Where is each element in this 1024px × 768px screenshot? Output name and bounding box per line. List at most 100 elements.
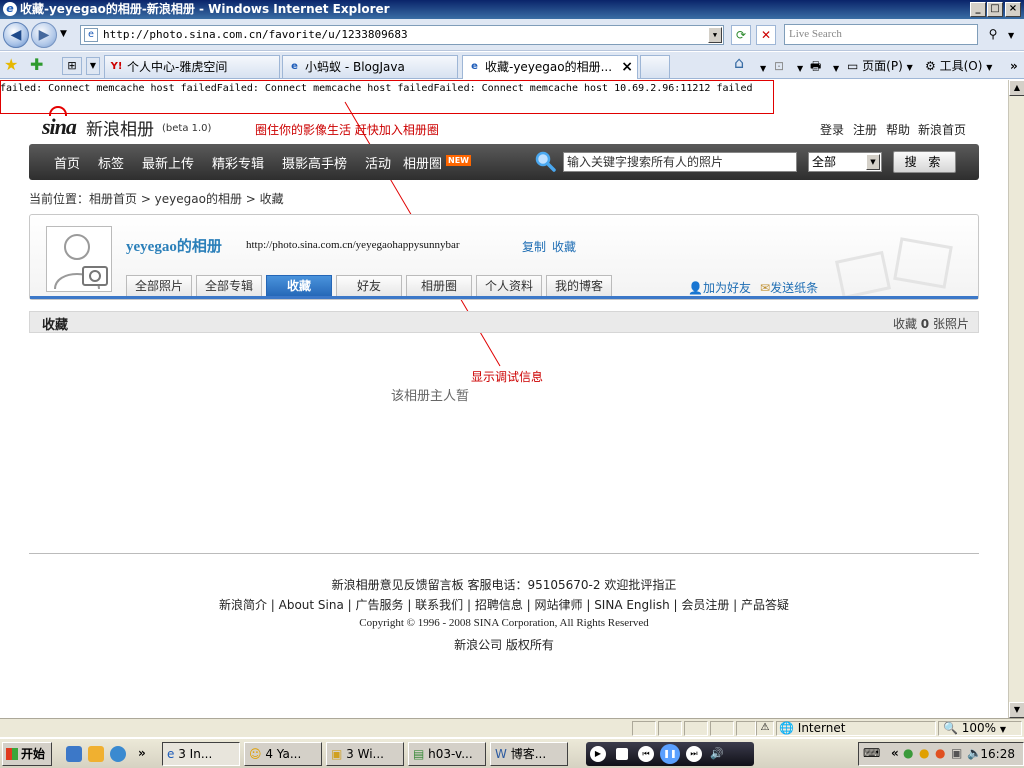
media-quicklaunch-icon[interactable] [110, 746, 126, 762]
send-note-link[interactable]: ✉发送纸条 [760, 279, 818, 296]
footer-feedback[interactable]: 新浪相册意见反馈留言板 客服电话：95105670-2 欢迎批评指正 [0, 576, 1008, 593]
start-button[interactable]: 开始 [2, 742, 52, 766]
quicklaunch-overflow-icon[interactable]: » [138, 746, 146, 760]
pause-icon[interactable]: ❚❚ [660, 744, 680, 764]
window-title-bar[interactable]: e 收藏-yeyegao的相册-新浪相册 - Windows Internet … [0, 0, 1024, 19]
task-h03[interactable]: ▤ h03-v... [408, 742, 486, 766]
favorites-star-icon[interactable]: ★ [4, 55, 18, 74]
feeds-dropdown-icon[interactable]: ▼ [797, 60, 803, 78]
window-title: 收藏-yeyegao的相册-新浪相册 - Windows Internet Ex… [20, 2, 390, 16]
print-dropdown-icon[interactable]: ▼ [833, 60, 839, 78]
new-tab-button[interactable] [640, 55, 670, 78]
network-tray-icon[interactable]: ▣ [951, 746, 962, 760]
task-ie[interactable]: e 3 In... [162, 742, 240, 766]
task-yahoo[interactable]: ☺ 4 Ya... [244, 742, 322, 766]
tab-all-albums[interactable]: 全部专辑 [196, 275, 262, 297]
tab-list-icon[interactable]: ▼ [86, 57, 100, 75]
previous-icon[interactable]: ⏮ [638, 746, 654, 762]
live-search-input[interactable]: Live Search [784, 24, 978, 45]
nav-ranking[interactable]: 摄影高手榜 [282, 153, 347, 172]
feeds-icon[interactable]: ⊡ [774, 57, 784, 75]
nav-tags[interactable]: 标签 [98, 153, 124, 172]
home-icon[interactable]: ⌂ [734, 54, 744, 72]
register-link[interactable]: 注册 [853, 121, 877, 138]
minimize-button[interactable]: _ [970, 2, 986, 17]
add-friend-link[interactable]: 👤加为好友 [688, 279, 751, 296]
footer-copyright: Copyright © 1996 - 2008 SINA Corporation… [359, 617, 649, 629]
recent-pages-dropdown-icon[interactable]: ▼ [60, 29, 67, 39]
avatar[interactable] [46, 226, 112, 292]
next-icon[interactable]: ⏭ [686, 746, 702, 762]
favorite-link[interactable]: 收藏 [552, 238, 576, 255]
clock[interactable]: 16:28 [980, 747, 1015, 761]
nav-albums[interactable]: 精彩专辑 [212, 153, 264, 172]
nav-events[interactable]: 活动 [365, 153, 391, 172]
photo-search-input[interactable]: 输入关键字搜索所有人的照片 [563, 152, 797, 172]
app-quicklaunch-icon[interactable] [88, 746, 104, 762]
folder-icon: ▣ [331, 747, 343, 761]
address-bar[interactable]: e http://photo.sina.com.cn/favorite/u/12… [80, 25, 724, 45]
zoom-control[interactable]: 🔍 100% ▼ [938, 721, 1022, 736]
slogan[interactable]: 圈住你的影像生活 赶快加入相册圈 [255, 121, 439, 138]
tools-menu[interactable]: ⚙ 工具(O) ▼ [925, 57, 992, 77]
zoom-dropdown-icon: ▼ [999, 725, 1007, 734]
sina-home-link[interactable]: 新浪首页 [918, 121, 966, 138]
tab-all-photos[interactable]: 全部照片 [126, 275, 192, 297]
nav-latest[interactable]: 最新上传 [142, 153, 194, 172]
nav-circle[interactable]: 相册圈 [403, 153, 442, 172]
keyboard-icon[interactable]: ⌨ [863, 746, 880, 760]
tray-expand-icon[interactable]: « [891, 746, 899, 760]
protected-mode-icon[interactable]: ⚠ [756, 721, 774, 736]
volume-icon[interactable]: 🔊 [710, 747, 724, 760]
photo-search-button[interactable]: 搜 索 [893, 151, 956, 173]
tab-yahoo[interactable]: Y! 个人中心-雅虎空间 [104, 55, 280, 78]
close-button[interactable]: × [1005, 2, 1021, 17]
ie-quicklaunch-icon[interactable] [66, 746, 82, 762]
task-explorer[interactable]: ▣ 3 Wi... [326, 742, 404, 766]
home-dropdown-icon[interactable]: ▼ [760, 60, 766, 78]
tab-favorites[interactable]: 收藏 [266, 275, 332, 297]
refresh-icon[interactable]: ⟳ [731, 25, 751, 45]
login-link[interactable]: 登录 [820, 121, 844, 138]
tab-blogjava[interactable]: e 小蚂蚁 - BlogJava [282, 55, 458, 78]
tab-friends[interactable]: 好友 [336, 275, 402, 297]
search-scope-select[interactable]: 全部 ▼ [808, 152, 882, 172]
zoom-icon: 🔍 [943, 721, 958, 735]
copy-url-link[interactable]: 复制 [522, 238, 546, 255]
print-icon[interactable]: 🖶 [810, 57, 821, 75]
page-icon: e [84, 28, 98, 42]
search-options-icon[interactable]: ▼ [1008, 31, 1014, 40]
footer-links[interactable]: 新浪简介 | About Sina | 广告服务 | 联系我们 | 招聘信息 |… [0, 596, 1008, 613]
scroll-up-arrow-icon[interactable]: ▲ [1009, 80, 1024, 96]
vertical-scrollbar[interactable]: ▲ ▼ [1008, 80, 1024, 718]
messenger-tray-icon[interactable]: ● [935, 746, 945, 760]
quick-tabs-icon[interactable]: ⊞ [62, 57, 82, 75]
maximize-button[interactable]: □ [987, 2, 1003, 17]
tab-profile-info[interactable]: 个人资料 [476, 275, 542, 297]
help-link[interactable]: 帮助 [886, 121, 910, 138]
stop-icon[interactable] [616, 748, 628, 760]
add-favorites-icon[interactable]: ✚ [30, 55, 43, 74]
app-tray-icon[interactable]: ● [919, 746, 929, 760]
forward-button[interactable]: ▶ [31, 22, 57, 48]
security-zone[interactable]: 🌐 Internet [776, 721, 936, 736]
stop-icon[interactable]: ✕ [756, 25, 776, 45]
envelope-icon: ✉ [760, 281, 771, 295]
scroll-down-arrow-icon[interactable]: ▼ [1009, 702, 1024, 718]
close-tab-icon[interactable]: × [621, 56, 633, 78]
ie-icon: e [3, 2, 17, 16]
tab-favorite[interactable]: e 收藏-yeyegao的相册... × [462, 55, 638, 79]
address-dropdown-icon[interactable]: ▼ [708, 27, 722, 43]
album-owner-name[interactable]: yeyegao的相册 [126, 235, 222, 256]
task-blog[interactable]: W 博客... [490, 742, 568, 766]
tab-circle[interactable]: 相册圈 [406, 275, 472, 297]
breadcrumb[interactable]: 当前位置：相册首页 > yeyegao的相册 > 收藏 [29, 190, 284, 207]
play-icon[interactable]: ▶ [590, 746, 606, 762]
toolbar-overflow-icon[interactable]: » [1010, 57, 1018, 75]
page-menu[interactable]: ▭ 页面(P) ▼ [847, 57, 913, 77]
nav-home[interactable]: 首页 [54, 153, 80, 172]
user-tray-icon[interactable]: ● [903, 746, 913, 760]
tab-my-blog[interactable]: 我的博客 [546, 275, 612, 297]
back-button[interactable]: ◀ [3, 22, 29, 48]
search-icon[interactable]: ⚲ [983, 25, 1003, 45]
